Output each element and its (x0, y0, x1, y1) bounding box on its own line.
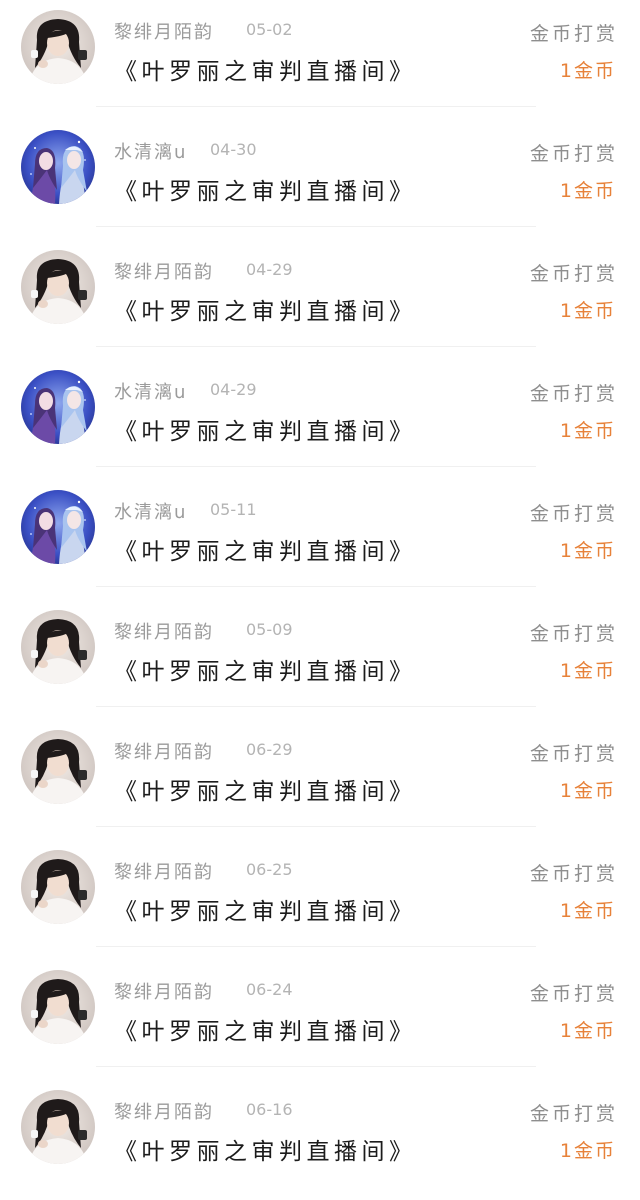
avatar[interactable] (21, 970, 95, 1044)
reward-type-label: 金币打赏 (529, 743, 618, 765)
reward-type-label: 金币打赏 (529, 143, 618, 165)
reward-type-label: 金币打赏 (529, 263, 618, 285)
record-date: 05-11 (210, 500, 257, 519)
avatar[interactable] (21, 610, 95, 684)
avatar[interactable] (21, 250, 95, 324)
avatar[interactable] (21, 730, 95, 804)
username[interactable]: 黎绯月陌韵 (114, 18, 214, 44)
avatar[interactable] (21, 370, 95, 444)
avatar[interactable] (21, 490, 95, 564)
work-title[interactable]: 《叶罗丽之审判直播间》 (114, 172, 417, 206)
record-date: 06-24 (246, 980, 293, 999)
work-title[interactable]: 《叶罗丽之审判直播间》 (114, 652, 417, 686)
work-title[interactable]: 《叶罗丽之审判直播间》 (114, 772, 417, 806)
work-title[interactable]: 《叶罗丽之审判直播间》 (114, 1132, 417, 1166)
reward-record-row[interactable]: 水清漓u 05-11 《叶罗丽之审判直播间》 金币打赏 1金币 (0, 480, 640, 600)
reward-record-row[interactable]: 黎绯月陌韵 06-25 《叶罗丽之审判直播间》 金币打赏 1金币 (0, 840, 640, 960)
row-divider (96, 586, 536, 587)
avatar[interactable] (21, 130, 95, 204)
reward-type-label: 金币打赏 (529, 983, 618, 1005)
work-title[interactable]: 《叶罗丽之审判直播间》 (114, 412, 417, 446)
username[interactable]: 黎绯月陌韵 (114, 738, 214, 764)
username[interactable]: 水清漓u (114, 378, 187, 404)
record-date: 05-02 (246, 20, 293, 39)
username[interactable]: 黎绯月陌韵 (114, 258, 214, 284)
row-divider (96, 706, 536, 707)
record-date: 04-29 (246, 260, 293, 279)
reward-amount: 1金币 (559, 180, 616, 202)
reward-record-list: 黎绯月陌韵 05-02 《叶罗丽之审判直播间》 金币打赏 1金币 水清漓u 04… (0, 0, 640, 1180)
username[interactable]: 水清漓u (114, 498, 187, 524)
username[interactable]: 黎绯月陌韵 (114, 858, 214, 884)
record-date: 06-16 (246, 1100, 293, 1119)
row-divider (96, 226, 536, 227)
record-date: 04-29 (210, 380, 257, 399)
row-divider (96, 946, 536, 947)
work-title[interactable]: 《叶罗丽之审判直播间》 (114, 52, 417, 86)
reward-type-label: 金币打赏 (529, 23, 618, 45)
reward-type-label: 金币打赏 (529, 863, 618, 885)
reward-record-row[interactable]: 黎绯月陌韵 06-16 《叶罗丽之审判直播间》 金币打赏 1金币 (0, 1080, 640, 1200)
reward-type-label: 金币打赏 (529, 383, 618, 405)
reward-type-label: 金币打赏 (529, 503, 618, 525)
reward-amount: 1金币 (559, 540, 616, 562)
reward-record-row[interactable]: 黎绯月陌韵 05-09 《叶罗丽之审判直播间》 金币打赏 1金币 (0, 600, 640, 720)
reward-amount: 1金币 (559, 660, 616, 682)
reward-record-row[interactable]: 黎绯月陌韵 05-02 《叶罗丽之审判直播间》 金币打赏 1金币 (0, 0, 640, 120)
avatar[interactable] (21, 10, 95, 84)
record-date: 06-25 (246, 860, 293, 879)
record-date: 06-29 (246, 740, 293, 759)
reward-record-row[interactable]: 水清漓u 04-30 《叶罗丽之审判直播间》 金币打赏 1金币 (0, 120, 640, 240)
username[interactable]: 黎绯月陌韵 (114, 1098, 214, 1124)
username[interactable]: 黎绯月陌韵 (114, 978, 214, 1004)
reward-record-row[interactable]: 黎绯月陌韵 04-29 《叶罗丽之审判直播间》 金币打赏 1金币 (0, 240, 640, 360)
reward-amount: 1金币 (559, 300, 616, 322)
reward-amount: 1金币 (559, 420, 616, 442)
work-title[interactable]: 《叶罗丽之审判直播间》 (114, 292, 417, 326)
work-title[interactable]: 《叶罗丽之审判直播间》 (114, 1012, 417, 1046)
reward-type-label: 金币打赏 (529, 1103, 618, 1125)
row-divider (96, 106, 536, 107)
work-title[interactable]: 《叶罗丽之审判直播间》 (114, 892, 417, 926)
reward-amount: 1金币 (559, 1020, 616, 1042)
avatar[interactable] (21, 1090, 95, 1164)
record-date: 05-09 (246, 620, 293, 639)
work-title[interactable]: 《叶罗丽之审判直播间》 (114, 532, 417, 566)
reward-record-row[interactable]: 黎绯月陌韵 06-29 《叶罗丽之审判直播间》 金币打赏 1金币 (0, 720, 640, 840)
row-divider (96, 826, 536, 827)
reward-type-label: 金币打赏 (529, 623, 618, 645)
reward-record-row[interactable]: 黎绯月陌韵 06-24 《叶罗丽之审判直播间》 金币打赏 1金币 (0, 960, 640, 1080)
row-divider (96, 346, 536, 347)
record-date: 04-30 (210, 140, 257, 159)
row-divider (96, 466, 536, 467)
reward-record-row[interactable]: 水清漓u 04-29 《叶罗丽之审判直播间》 金币打赏 1金币 (0, 360, 640, 480)
username[interactable]: 黎绯月陌韵 (114, 618, 214, 644)
avatar[interactable] (21, 850, 95, 924)
username[interactable]: 水清漓u (114, 138, 187, 164)
reward-amount: 1金币 (559, 1140, 616, 1162)
row-divider (96, 1066, 536, 1067)
reward-amount: 1金币 (559, 900, 616, 922)
reward-amount: 1金币 (559, 780, 616, 802)
reward-amount: 1金币 (559, 60, 616, 82)
